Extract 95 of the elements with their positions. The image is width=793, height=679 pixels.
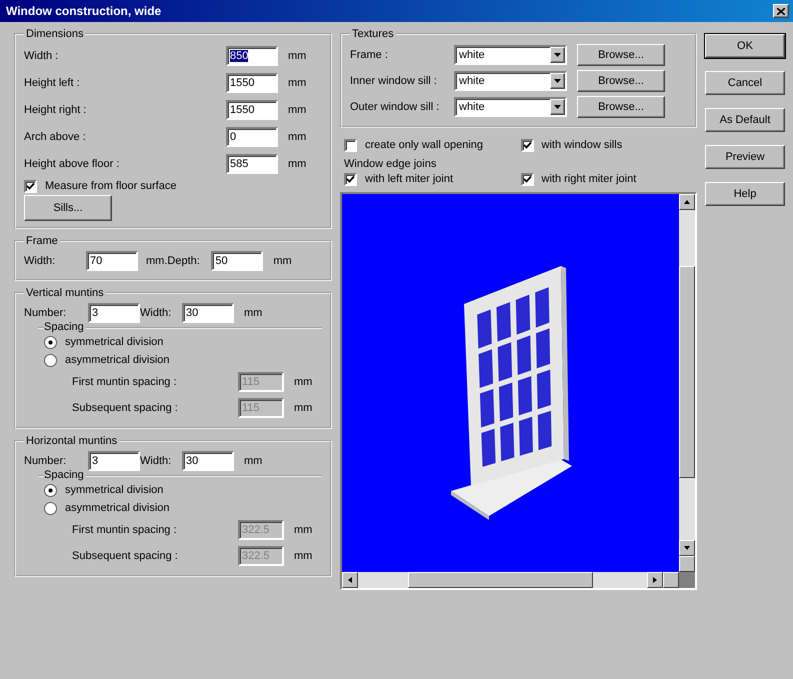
checkbox[interactable] — [520, 138, 534, 152]
group-label: Frame — [25, 235, 59, 247]
field-label: Arch above : — [24, 130, 87, 142]
check-icon — [522, 140, 532, 150]
input-field[interactable]: 0 — [226, 126, 278, 146]
dropdown-arrow-icon — [554, 105, 561, 109]
browse-button[interactable]: Browse... — [577, 44, 665, 66]
unit-label: mm — [288, 76, 306, 88]
checkbox[interactable] — [24, 180, 37, 192]
input-field[interactable]: 30 — [182, 303, 234, 323]
group-label: Spacing — [44, 321, 86, 333]
radio-button[interactable] — [44, 502, 57, 514]
input-field[interactable]: 3 — [88, 303, 140, 323]
dialog-button[interactable]: As Default — [705, 108, 785, 132]
unit-label: mm — [288, 130, 306, 142]
radio-label: symmetrical division — [65, 336, 164, 348]
size-grip[interactable] — [679, 572, 695, 588]
horizontal-scrollbar[interactable] — [342, 572, 679, 588]
field-label: Width: — [140, 455, 172, 467]
dropdown-arrow-icon — [554, 53, 561, 57]
sills-button[interactable]: Sills... — [24, 195, 112, 221]
radio-label: asymmetrical division — [65, 502, 170, 514]
input-field[interactable]: 1550 — [226, 100, 278, 120]
close-icon — [777, 8, 785, 14]
unit-label: mm — [288, 104, 306, 116]
dialog-button[interactable]: Cancel — [705, 71, 785, 95]
dialog-button[interactable]: Preview — [705, 145, 785, 169]
input-field[interactable]: 30 — [182, 451, 234, 471]
unit-label: mm — [294, 524, 312, 536]
checkbox-label: with left miter joint — [365, 173, 454, 185]
checkbox-label: Measure from floor surface — [45, 180, 176, 192]
unit-label: mm — [288, 50, 306, 62]
check-icon — [522, 174, 532, 184]
radio-button[interactable] — [44, 336, 57, 348]
field-label: Depth: — [167, 255, 201, 267]
group-label: Textures — [351, 28, 395, 40]
field-label: Width : — [24, 50, 60, 62]
window-title: Window construction, wide — [6, 4, 162, 18]
input-field[interactable]: 850 — [226, 46, 278, 66]
unit-label: mm — [244, 455, 262, 467]
group-label: Spacing — [44, 469, 86, 481]
field-label: First muntin spacing : — [72, 376, 178, 388]
field-label: Number: — [24, 307, 68, 319]
field-label: Number: — [24, 455, 68, 467]
checkbox[interactable] — [520, 172, 534, 186]
browse-button[interactable]: Browse... — [577, 70, 665, 92]
radio-dot-icon — [46, 486, 55, 494]
unit-label: mm — [294, 402, 312, 414]
section-label: Window edge joins — [343, 158, 438, 170]
unit-label: mm — [273, 255, 292, 267]
input-field[interactable]: 50 — [211, 251, 264, 271]
field-label: Height above floor : — [24, 158, 120, 170]
group-label: Vertical muntins — [25, 287, 105, 299]
close-button[interactable] — [773, 4, 789, 18]
radio-button[interactable] — [44, 484, 57, 496]
field-label: Subsequent spacing : — [72, 550, 179, 562]
unit-label: mm — [244, 307, 262, 319]
dropdown-arrow-icon — [554, 79, 561, 83]
field-label: Subsequent spacing : — [72, 402, 179, 414]
field-label: Height right : — [24, 104, 88, 116]
input-field[interactable]: 70 — [86, 251, 138, 271]
radio-button[interactable] — [44, 354, 57, 366]
browse-button[interactable]: Browse... — [577, 96, 665, 118]
dropdown-field[interactable]: white — [454, 45, 567, 65]
unit-label: mm — [294, 376, 312, 388]
dropdown-field[interactable]: white — [454, 97, 567, 117]
dropdown-field[interactable]: white — [454, 71, 567, 91]
group-label: Dimensions — [25, 28, 84, 40]
dialog-button[interactable]: OK — [705, 34, 785, 58]
unit-label: mm — [288, 158, 306, 170]
field-label: Inner window sill : — [350, 75, 438, 87]
field-label: Width: — [140, 307, 172, 319]
unit-label: mm — [294, 550, 312, 562]
check-icon — [26, 182, 35, 190]
unit-label: mm. — [146, 255, 168, 267]
field-label: Width: — [24, 255, 56, 267]
checkbox[interactable] — [344, 172, 357, 186]
input-field[interactable]: 3 — [88, 451, 140, 471]
radio-label: symmetrical division — [65, 484, 164, 496]
input-field[interactable]: 1550 — [226, 72, 278, 92]
checkbox-label: with window sills — [542, 139, 622, 151]
checkbox-label: create only wall opening — [365, 139, 484, 151]
checkbox-label: with right miter joint — [542, 173, 636, 185]
group-label: Horizontal muntins — [25, 435, 118, 447]
check-icon — [346, 174, 355, 184]
vertical-scrollbar[interactable] — [679, 194, 695, 572]
dialog-button[interactable]: Help — [705, 182, 785, 206]
radio-label: asymmetrical division — [65, 354, 170, 366]
field-label: First muntin spacing : — [72, 524, 178, 536]
input-field[interactable]: 585 — [226, 154, 278, 174]
radio-dot-icon — [46, 338, 55, 346]
field-label: Frame : — [350, 49, 389, 61]
field-label: Height left : — [24, 76, 81, 88]
checkbox[interactable] — [344, 138, 357, 152]
field-label: Outer window sill : — [350, 101, 440, 113]
